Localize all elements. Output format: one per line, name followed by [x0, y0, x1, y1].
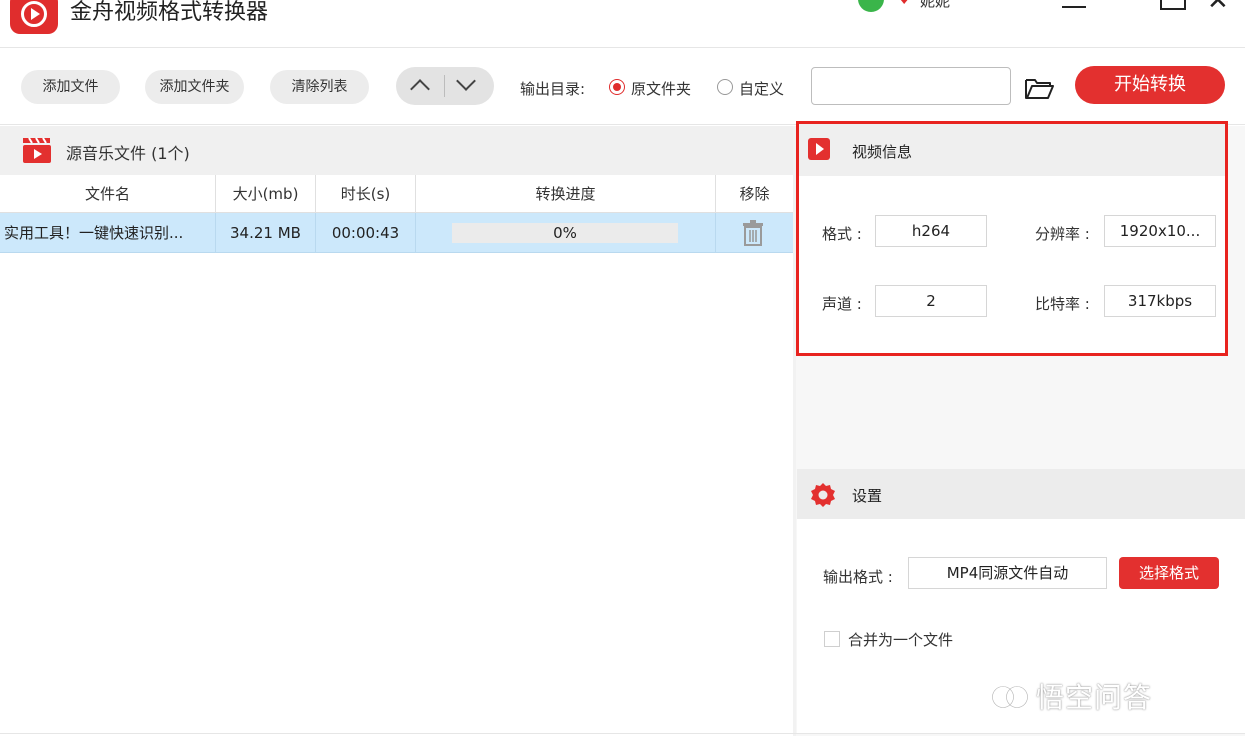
- settings-title: 设置: [852, 487, 883, 505]
- progress-text: 0%: [553, 224, 577, 242]
- bitrate-value: 317kbps: [1104, 285, 1216, 317]
- app-logo-icon: [10, 0, 58, 34]
- maximize-icon[interactable]: [1160, 0, 1186, 10]
- radio-custom[interactable]: [717, 79, 733, 95]
- output-path-input[interactable]: [811, 67, 1011, 105]
- format-value: h264: [875, 215, 987, 247]
- channels-label: 声道 :: [822, 295, 862, 313]
- file-list-title: 源音乐文件 (1个): [66, 144, 190, 163]
- column-header-progress: 转换进度: [416, 175, 716, 213]
- clapperboard-icon: [23, 137, 51, 163]
- folder-open-icon[interactable]: [1024, 78, 1054, 100]
- file-list-header: 源音乐文件 (1个): [0, 126, 793, 175]
- resolution-label: 分辨率 :: [1035, 225, 1090, 243]
- toolbar: 添加文件 添加文件夹 清除列表 输出目录: 原文件夹 自定义 开始转换: [0, 49, 1245, 125]
- user-name[interactable]: 妮妮: [920, 0, 950, 11]
- radio-original-folder[interactable]: [609, 79, 625, 95]
- add-folder-button[interactable]: 添加文件夹: [145, 70, 244, 104]
- output-format-value[interactable]: MP4同源文件自动: [908, 557, 1107, 589]
- close-icon[interactable]: ✕: [1207, 0, 1229, 14]
- move-up-down-control: [396, 67, 494, 105]
- radio-original-label[interactable]: 原文件夹: [631, 78, 691, 99]
- watermark-text: 悟空问答: [1036, 681, 1153, 714]
- table-row[interactable]: 实用工具！一键快速识别... 34.21 MB 00:00:43 0%: [0, 213, 793, 253]
- chevron-up-icon[interactable]: [410, 79, 430, 99]
- file-duration-cell: 00:00:43: [316, 213, 416, 253]
- start-convert-button[interactable]: 开始转换: [1075, 66, 1225, 104]
- minimize-icon[interactable]: [1062, 6, 1086, 8]
- video-info-header: 视频信息: [799, 124, 1225, 176]
- column-header-size: 大小(mb): [216, 175, 316, 213]
- radio-custom-label[interactable]: 自定义: [739, 78, 784, 99]
- output-format-label: 输出格式 :: [823, 568, 893, 586]
- video-info-title: 视频信息: [852, 143, 913, 161]
- choose-format-button[interactable]: 选择格式: [1119, 557, 1219, 589]
- file-size-cell: 34.21 MB: [216, 213, 316, 253]
- format-label: 格式 :: [822, 225, 862, 243]
- merge-checkbox[interactable]: [824, 631, 840, 647]
- column-header-remove: 移除: [739, 185, 770, 203]
- add-file-button[interactable]: 添加文件: [21, 70, 120, 104]
- resolution-value: 1920x10...: [1104, 215, 1216, 247]
- settings-header: 设置: [797, 469, 1245, 519]
- trash-icon[interactable]: [741, 220, 765, 246]
- play-icon: [808, 138, 830, 160]
- column-header-duration: 时长(s): [316, 175, 416, 213]
- avatar[interactable]: [858, 0, 884, 12]
- channels-value: 2: [875, 285, 987, 317]
- gear-icon: [811, 483, 835, 507]
- video-info-panel: 视频信息 格式 : h264 分辨率 : 1920x10... 声道 : 2 比…: [796, 121, 1228, 356]
- vip-heart-icon: ♥: [898, 0, 911, 8]
- file-name-cell: 实用工具！一键快速识别...: [0, 213, 216, 253]
- title-bar: 金舟视频格式转换器 ♥ 妮妮 ✕: [0, 0, 1245, 48]
- merge-label[interactable]: 合并为一个文件: [848, 629, 953, 650]
- chevron-down-icon[interactable]: [456, 71, 476, 91]
- clear-list-button[interactable]: 清除列表: [270, 70, 369, 104]
- column-header-filename: 文件名: [0, 175, 216, 213]
- bitrate-label: 比特率 :: [1035, 295, 1090, 313]
- table-header: 文件名 大小(mb) 时长(s) 转换进度 移除: [0, 175, 793, 213]
- output-dir-label: 输出目录:: [520, 80, 586, 98]
- watermark-logo-icon: [992, 686, 1028, 708]
- app-title: 金舟视频格式转换器: [70, 0, 269, 25]
